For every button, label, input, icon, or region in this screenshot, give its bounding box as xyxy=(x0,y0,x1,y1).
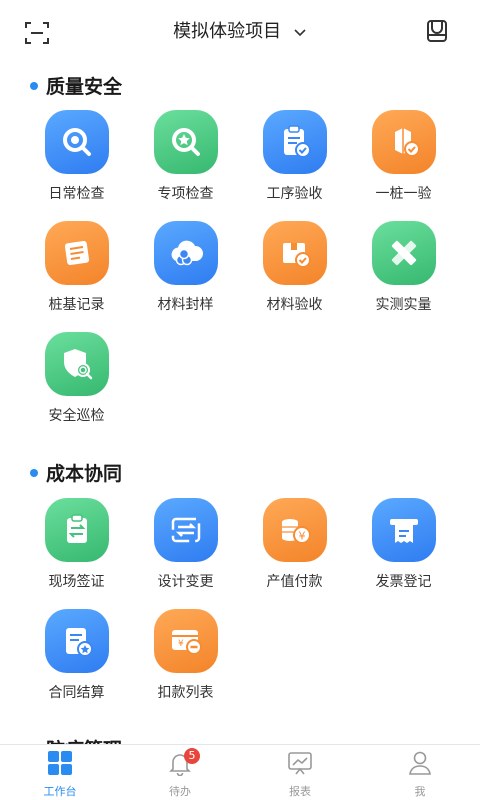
tile-material-acceptance[interactable]: 材料验收 xyxy=(240,221,349,332)
tile-material-sample[interactable]: 材料封样 xyxy=(131,221,240,332)
tile-label: 桩基记录 xyxy=(48,297,105,313)
tile-label: 设计变更 xyxy=(157,574,214,590)
swap-icon xyxy=(153,498,218,562)
section-dot xyxy=(30,468,38,477)
section-title: 成本协同 xyxy=(46,463,123,485)
tile-label: 扣款列表 xyxy=(157,685,214,701)
tile-pile-check[interactable]: 一桩一验 xyxy=(349,110,458,221)
tab-reports[interactable]: 报表 xyxy=(240,745,360,800)
transfer-doc-icon xyxy=(44,498,109,562)
tile-contract-settlement[interactable]: 合同结算 xyxy=(22,609,131,720)
tile-label: 一桩一验 xyxy=(375,186,432,202)
tab-label: 报表 xyxy=(289,785,311,798)
tile-label: 实测实量 xyxy=(375,297,432,313)
section-title: 质量安全 xyxy=(46,76,123,98)
invoice-icon xyxy=(371,498,436,562)
tile-label: 材料验收 xyxy=(266,297,323,313)
svg-text:¥: ¥ xyxy=(298,530,305,543)
tile-invoice-register[interactable]: 发票登记 xyxy=(349,498,458,609)
tile-daily-inspection[interactable]: 日常检查 xyxy=(22,110,131,221)
section-header-cost-collaboration: 成本协同 xyxy=(30,459,122,486)
shield-search-icon xyxy=(44,332,109,396)
tile-label: 专项检查 xyxy=(157,186,214,202)
project-title: 模拟体验项目 xyxy=(173,21,282,42)
tile-label: 材料封样 xyxy=(157,297,214,313)
section-header-quality-safety: 质量安全 xyxy=(30,72,122,99)
todo-count-badge: 5 xyxy=(184,748,200,764)
chevron-down-icon xyxy=(293,22,307,43)
deduction-card-icon: ¥ xyxy=(153,609,218,673)
tile-deduction-list[interactable]: ¥ 扣款列表 xyxy=(131,609,240,720)
pile-check-icon xyxy=(371,110,436,174)
star-search-icon xyxy=(153,110,218,174)
tile-label: 合同结算 xyxy=(48,685,105,701)
chart-board-icon xyxy=(287,750,313,780)
tile-safety-patrol[interactable]: 安全巡检 xyxy=(22,332,131,443)
tile-label: 产值付款 xyxy=(266,574,323,590)
tile-measurement[interactable]: 实测实量 xyxy=(349,221,458,332)
grid-icon xyxy=(47,750,73,780)
search-icon xyxy=(44,110,109,174)
top-bar: 模拟体验项目 xyxy=(0,0,480,62)
tab-todo[interactable]: 5 待办 xyxy=(120,745,240,800)
quality-safety-grid: 日常检查 专项检查 工序验收 一桩一验 桩基记录 材料封样 材料验收 实测实量 … xyxy=(22,110,458,443)
tile-process-acceptance[interactable]: 工序验收 xyxy=(240,110,349,221)
tile-output-payment[interactable]: ¥ 产值付款 xyxy=(240,498,349,609)
tile-pile-record[interactable]: 桩基记录 xyxy=(22,221,131,332)
tile-label: 日常检查 xyxy=(48,186,105,202)
user-icon xyxy=(407,750,433,780)
tile-special-inspection[interactable]: 专项检查 xyxy=(131,110,240,221)
svg-text:¥: ¥ xyxy=(178,639,184,649)
message-icon[interactable] xyxy=(424,18,450,44)
coins-icon: ¥ xyxy=(262,498,327,562)
cost-collaboration-grid: 现场签证 设计变更 ¥ 产值付款 发票登记 合同结算 ¥ 扣款列表 xyxy=(22,498,458,720)
bottom-tab-bar: 工作台 5 待办 报表 我 xyxy=(0,744,480,800)
box-check-icon xyxy=(262,221,327,285)
tile-site-visa[interactable]: 现场签证 xyxy=(22,498,131,609)
ruler-pencil-icon xyxy=(371,221,436,285)
note-icon xyxy=(44,221,109,285)
tab-label: 待办 xyxy=(169,785,191,798)
section-dot xyxy=(30,81,38,90)
contract-icon xyxy=(44,609,109,673)
tile-label: 现场签证 xyxy=(48,574,105,590)
tile-label: 发票登记 xyxy=(375,574,432,590)
material-sample-icon xyxy=(153,221,218,285)
tile-label: 工序验收 xyxy=(266,186,323,202)
tile-design-change[interactable]: 设计变更 xyxy=(131,498,240,609)
project-selector[interactable]: 模拟体验项目 xyxy=(0,17,480,43)
tab-label: 工作台 xyxy=(43,785,77,798)
tab-me[interactable]: 我 xyxy=(360,745,480,800)
tab-workbench[interactable]: 工作台 xyxy=(0,745,120,800)
tile-label: 安全巡检 xyxy=(48,408,105,424)
clipboard-check-icon xyxy=(262,110,327,174)
tab-label: 我 xyxy=(414,785,426,798)
